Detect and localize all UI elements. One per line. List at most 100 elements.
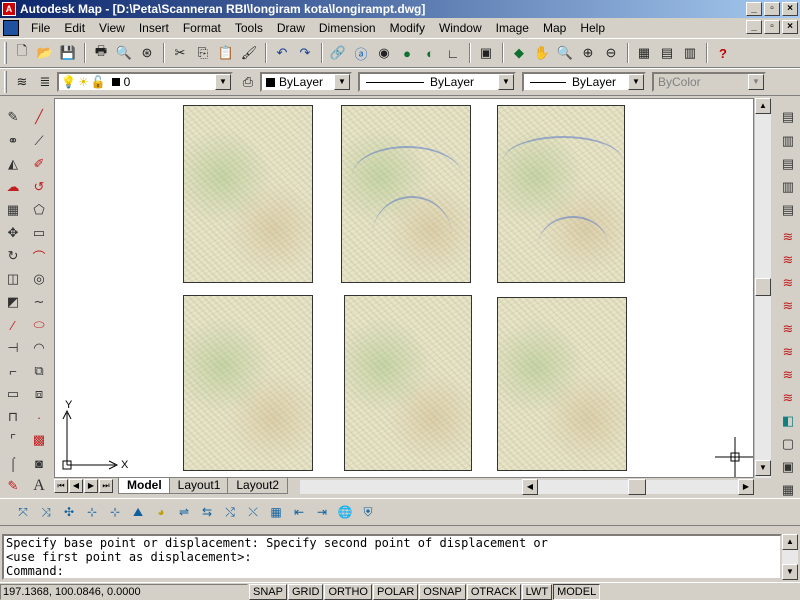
map-drawing-icon[interactable]: ⛰ bbox=[127, 501, 149, 523]
grid-toggle[interactable]: GRID bbox=[287, 583, 324, 600]
menu-dimension[interactable]: Dimension bbox=[312, 19, 383, 37]
save-icon[interactable]: 💾 bbox=[57, 42, 79, 64]
menu-window[interactable]: Window bbox=[432, 19, 489, 37]
hyperlink-icon[interactable]: 🔗 bbox=[327, 42, 349, 64]
scroll-up-icon[interactable]: ▲ bbox=[755, 98, 771, 114]
region-icon[interactable]: ◙ bbox=[28, 452, 50, 474]
ellipse-arc-icon[interactable]: ◠ bbox=[28, 337, 50, 359]
map-layer-icon[interactable]: ≋ bbox=[777, 295, 799, 317]
minimize-button[interactable]: _ bbox=[746, 2, 762, 16]
properties-icon[interactable]: ▦ bbox=[633, 42, 655, 64]
map-topology-icon[interactable]: ⤧ bbox=[12, 501, 34, 523]
map-sheet[interactable] bbox=[497, 297, 627, 471]
snap-toggle[interactable]: SNAP bbox=[249, 583, 287, 600]
map-region-icon[interactable]: ◕ bbox=[150, 501, 172, 523]
doc-restore-button[interactable]: ▫ bbox=[764, 20, 780, 34]
arc-icon[interactable]: ⌒ bbox=[28, 245, 50, 267]
map-attach-icon[interactable]: ⊹ bbox=[81, 501, 103, 523]
explode-icon[interactable]: ✎ bbox=[2, 475, 24, 497]
scroll-down-icon[interactable]: ▼ bbox=[782, 564, 798, 580]
circle-icon[interactable]: ◎ bbox=[28, 268, 50, 290]
map-sheet[interactable] bbox=[183, 295, 313, 471]
canvas-vertical-scrollbar[interactable]: ▲ ▼ bbox=[754, 98, 771, 478]
print-icon[interactable]: 🖶 bbox=[90, 42, 112, 64]
redo-icon[interactable]: ↷ bbox=[294, 42, 316, 64]
lengthen-icon[interactable]: ⌠ bbox=[2, 452, 24, 474]
join-icon[interactable]: ⌜ bbox=[2, 429, 24, 451]
tab-layout2[interactable]: Layout2 bbox=[227, 478, 289, 494]
scroll-right-icon[interactable]: ▶ bbox=[738, 479, 754, 495]
toolbar-grip[interactable] bbox=[4, 42, 7, 64]
scroll-left-icon[interactable]: ◀ bbox=[522, 479, 538, 495]
map-cleanup-icon[interactable]: ⤬ bbox=[242, 501, 264, 523]
stretch-icon[interactable]: ◩ bbox=[2, 291, 24, 313]
map-select-icon[interactable]: ✣ bbox=[58, 501, 80, 523]
drawing-canvas[interactable]: Y X bbox=[54, 98, 754, 478]
polyline-icon[interactable]: ✐ bbox=[28, 153, 50, 175]
layer-icon[interactable]: ▣ bbox=[475, 42, 497, 64]
doc-close-button[interactable]: × bbox=[782, 20, 798, 34]
rotate-icon[interactable]: ↻ bbox=[2, 245, 24, 267]
make-current-icon[interactable]: ⎙ bbox=[237, 71, 259, 93]
help-icon[interactable]: ? bbox=[712, 42, 734, 64]
map-sheet[interactable] bbox=[341, 105, 471, 283]
ellipse-icon[interactable]: ⬭ bbox=[28, 314, 50, 336]
insert-block-icon[interactable]: ⧉ bbox=[28, 360, 50, 382]
map-layer-icon[interactable]: ≋ bbox=[777, 387, 799, 409]
scroll-down-icon[interactable]: ▼ bbox=[755, 460, 771, 476]
map-layer-icon[interactable]: ≋ bbox=[777, 226, 799, 248]
zoom-extents-icon[interactable]: ⊖ bbox=[600, 42, 622, 64]
spline-icon[interactable]: ∼ bbox=[28, 291, 50, 313]
autodesk-app-icon[interactable]: A bbox=[2, 2, 16, 16]
coordinate-readout[interactable]: 197.1368, 100.0846, 0.0000 bbox=[0, 583, 248, 600]
image-clip-icon[interactable]: ▣ bbox=[777, 456, 799, 478]
map-book-icon[interactable]: ▤ bbox=[777, 106, 799, 128]
array-icon[interactable]: ▦ bbox=[2, 199, 24, 221]
chevron-down-icon[interactable]: ▼ bbox=[498, 74, 514, 90]
trim-icon[interactable]: ⁄ bbox=[2, 314, 24, 336]
fillet-icon[interactable]: ⊓ bbox=[2, 406, 24, 428]
chevron-down-icon[interactable]: ▼ bbox=[215, 74, 231, 90]
map-publish-icon[interactable]: ⇥ bbox=[311, 501, 333, 523]
zoom-window-icon[interactable]: 🔍 bbox=[554, 42, 576, 64]
chamfer-icon[interactable]: ▭ bbox=[2, 383, 24, 405]
canvas-horizontal-scrollbar[interactable]: ◀ ▶ bbox=[300, 479, 754, 495]
scroll-up-icon[interactable]: ▲ bbox=[782, 534, 798, 550]
map-layer-icon[interactable]: ≋ bbox=[777, 364, 799, 386]
map-layer-icon[interactable]: ≋ bbox=[777, 272, 799, 294]
menu-modify[interactable]: Modify bbox=[383, 19, 432, 37]
lwt-toggle[interactable]: LWT bbox=[521, 583, 553, 600]
menu-file[interactable]: File bbox=[24, 19, 57, 37]
prev-tab-icon[interactable]: ◀ bbox=[69, 479, 83, 493]
open-icon[interactable]: 📂 bbox=[34, 42, 56, 64]
layer-dropdown[interactable]: 💡 ☀ 🔓 0 ▼ bbox=[57, 72, 233, 92]
menu-help[interactable]: Help bbox=[573, 19, 612, 37]
polygon-icon[interactable]: ↺ bbox=[28, 176, 50, 198]
maximize-button[interactable]: ▫ bbox=[764, 2, 780, 16]
offset-icon[interactable]: ☁ bbox=[2, 176, 24, 198]
zoom-previous-icon[interactable]: ⊕ bbox=[577, 42, 599, 64]
transparent-icon[interactable]: ◧ bbox=[777, 410, 799, 432]
tab-layout1[interactable]: Layout1 bbox=[168, 478, 230, 494]
zoom-realtime-icon[interactable]: ✋ bbox=[531, 42, 553, 64]
menu-image[interactable]: Image bbox=[489, 19, 536, 37]
command-window[interactable]: Specify base point or displacement: Spec… bbox=[2, 534, 782, 580]
match-properties-icon[interactable]: 🖌 bbox=[238, 42, 260, 64]
layer-previous-icon[interactable]: ≣ bbox=[34, 71, 56, 93]
map-sheet[interactable] bbox=[183, 105, 313, 283]
hatch-icon[interactable]: ▩ bbox=[28, 429, 50, 451]
map-sheet-icon[interactable]: ▥ bbox=[777, 176, 799, 198]
image-frame-icon[interactable]: ▢ bbox=[777, 433, 799, 455]
map-layer-icon[interactable]: ≋ bbox=[777, 341, 799, 363]
close-button[interactable]: × bbox=[782, 2, 798, 16]
multiline-text-icon[interactable]: A bbox=[28, 475, 50, 497]
menu-draw[interactable]: Draw bbox=[270, 19, 312, 37]
rectangle-icon[interactable]: ▭ bbox=[28, 222, 50, 244]
next-tab-icon[interactable]: ▶ bbox=[84, 479, 98, 493]
map-sheet-icon[interactable]: ▥ bbox=[777, 130, 799, 152]
toolbar-grip[interactable] bbox=[4, 71, 7, 93]
lineweight-dropdown[interactable]: ByLayer ▼ bbox=[522, 72, 646, 92]
make-block-icon[interactable]: ⧈ bbox=[28, 383, 50, 405]
design-center-icon[interactable]: ▤ bbox=[656, 42, 678, 64]
map-icon[interactable]: ● bbox=[396, 42, 418, 64]
